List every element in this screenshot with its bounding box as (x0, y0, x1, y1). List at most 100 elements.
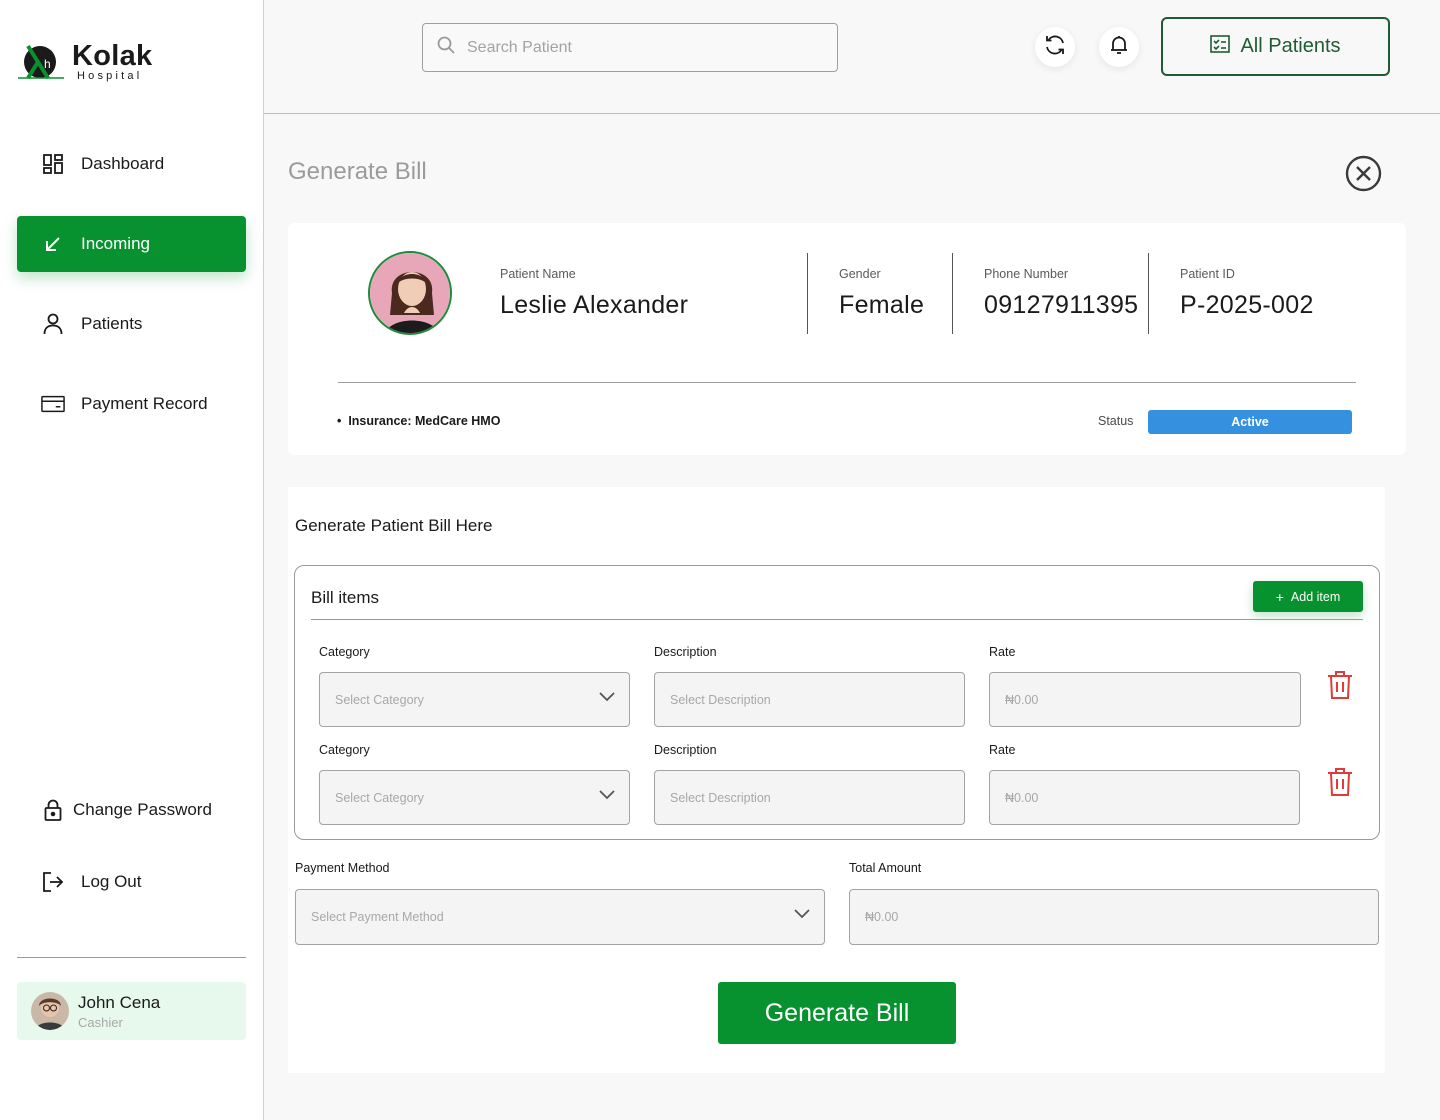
add-item-button[interactable]: + Add item (1253, 581, 1363, 612)
brand-sub: Hospital (77, 70, 143, 82)
refresh-button[interactable] (1035, 27, 1075, 67)
total-amount-field: ₦0.00 (849, 889, 1379, 945)
patient-id-value: P-2025-002 (1180, 291, 1314, 319)
close-icon (1345, 155, 1382, 196)
rate-label: Rate (989, 645, 1016, 659)
rate-placeholder: ₦0.00 (1005, 692, 1039, 707)
close-button[interactable] (1345, 155, 1382, 192)
chevron-down-icon (599, 789, 615, 803)
page-title: Generate Bill (288, 158, 427, 185)
chevron-down-icon (599, 691, 615, 705)
nav-item-patients[interactable]: Patients (17, 296, 246, 352)
category-select[interactable]: Select Category (319, 770, 630, 825)
checklist-icon (1210, 34, 1240, 59)
chevron-down-icon (794, 908, 810, 922)
divider (1148, 253, 1149, 334)
brand-name: Kolak (72, 40, 153, 72)
avatar (31, 992, 69, 1030)
total-amount-value: ₦0.00 (865, 910, 899, 924)
delete-row-button[interactable] (1327, 767, 1353, 797)
patient-id-field: Patient ID P-2025-002 (1180, 267, 1314, 320)
divider (807, 253, 808, 334)
sidebar-divider (17, 957, 246, 958)
card-icon (41, 392, 65, 416)
patient-name-field: Patient Name Leslie Alexander (500, 267, 688, 320)
status-label: Status (1098, 414, 1134, 428)
nav-label: Dashboard (81, 154, 165, 173)
category-label: Category (319, 743, 370, 757)
notifications-button[interactable] (1099, 27, 1139, 67)
category-select[interactable]: Select Category (319, 672, 630, 727)
gender-label: Gender (839, 267, 881, 281)
search-box[interactable] (422, 23, 838, 72)
rate-input[interactable]: ₦0.00 (989, 770, 1300, 825)
plus-icon: + (1275, 588, 1284, 605)
generate-bill-button[interactable]: Generate Bill (718, 982, 956, 1044)
patient-id-label: Patient ID (1180, 267, 1235, 281)
nav-label: Incoming (81, 234, 150, 253)
payment-method-select[interactable]: Select Payment Method (295, 889, 825, 945)
bill-items-box: Bill items + Add item Category Select Ca… (294, 565, 1380, 840)
user-card[interactable]: John Cena Cashier (17, 982, 246, 1040)
status-badge: Active (1148, 410, 1352, 434)
refresh-icon (1044, 34, 1066, 61)
divider (952, 253, 953, 334)
nav-item-log-out[interactable]: Log Out (17, 854, 246, 910)
patient-name-value: Leslie Alexander (500, 291, 689, 319)
bill-card: Generate Patient Bill Here Bill items + … (288, 487, 1385, 1073)
category-label: Category (319, 645, 370, 659)
user-icon (41, 312, 65, 336)
nav-label: Log Out (81, 872, 142, 891)
gender-field: Gender Female (839, 267, 924, 320)
payment-method-placeholder: Select Payment Method (311, 910, 444, 924)
description-placeholder: Select Description (670, 692, 771, 707)
user-name: John Cena (78, 992, 161, 1012)
description-input[interactable]: Select Description (654, 770, 965, 825)
add-item-label: Add item (1290, 589, 1341, 604)
nav-item-dashboard[interactable]: Dashboard (17, 136, 246, 192)
description-input[interactable]: Select Description (654, 672, 965, 727)
nav-label: Patients (81, 314, 143, 333)
patient-avatar (368, 251, 452, 335)
insurance-text: Insurance: MedCare HMO (348, 414, 501, 428)
lock-icon (41, 798, 65, 822)
divider (338, 382, 1356, 383)
user-role: Cashier (78, 1014, 123, 1030)
kolak-logo-icon: h (18, 42, 66, 82)
arrow-down-left-icon (41, 232, 65, 256)
trash-icon (1327, 768, 1353, 801)
sidebar: h Kolak Hospital Dashboard Incoming Pati… (0, 0, 264, 1120)
nav-label: Change Password (73, 800, 212, 819)
insurance-info: • Insurance: MedCare HMO (337, 414, 501, 428)
topbar: All Patients (264, 0, 1440, 114)
delete-row-button[interactable] (1327, 670, 1353, 700)
payment-method-label: Payment Method (295, 861, 390, 875)
nav-item-incoming[interactable]: Incoming (17, 216, 246, 272)
rate-placeholder: ₦0.00 (1005, 790, 1039, 805)
nav-item-change-password[interactable]: Change Password (17, 782, 246, 838)
gender-value: Female (839, 291, 925, 319)
total-amount-label: Total Amount (849, 861, 922, 875)
phone-value: 09127911395 (984, 291, 1139, 319)
description-placeholder: Select Description (670, 790, 771, 805)
all-patients-button[interactable]: All Patients (1161, 17, 1390, 76)
patient-name-label: Patient Name (500, 267, 576, 281)
nav-item-payment-record[interactable]: Payment Record (17, 376, 246, 432)
phone-field: Phone Number 09127911395 (984, 267, 1138, 320)
bell-icon (1110, 35, 1128, 60)
nav-label: Payment Record (81, 394, 208, 413)
description-label: Description (654, 645, 717, 659)
rate-label: Rate (989, 743, 1016, 757)
category-placeholder: Select Category (335, 790, 424, 805)
bill-heading: Generate Patient Bill Here (295, 516, 493, 535)
patient-card: Patient Name Leslie Alexander Gender Fem… (288, 223, 1406, 455)
dashboard-icon (41, 152, 65, 176)
rate-input[interactable]: ₦0.00 (989, 672, 1301, 727)
search-input[interactable] (467, 38, 807, 57)
divider (311, 619, 1363, 620)
logo[interactable]: h Kolak Hospital (18, 42, 152, 82)
description-label: Description (654, 743, 717, 757)
category-placeholder: Select Category (335, 692, 424, 707)
phone-label: Phone Number (984, 267, 1069, 281)
search-icon (437, 36, 455, 59)
